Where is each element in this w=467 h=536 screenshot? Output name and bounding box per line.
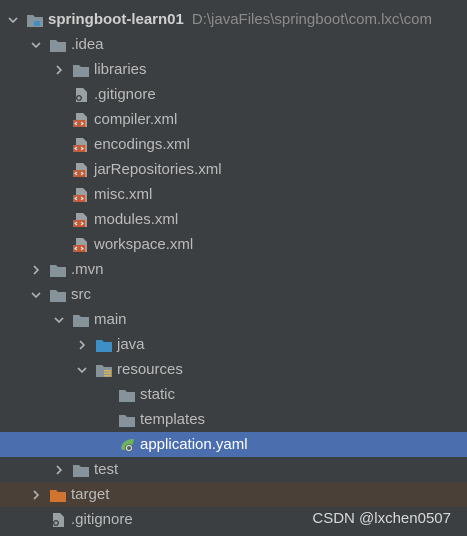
tree-label: main bbox=[94, 311, 127, 328]
tree-row-idea[interactable]: .idea bbox=[0, 32, 467, 57]
gitignore-file-icon bbox=[72, 87, 90, 103]
watermark-text: CSDN @lxchen0507 bbox=[312, 510, 451, 527]
tree-row-idea-gitignore[interactable]: .gitignore bbox=[0, 82, 467, 107]
tree-row-main[interactable]: main bbox=[0, 307, 467, 332]
chevron-down-icon[interactable] bbox=[29, 282, 43, 307]
tree-label: jarRepositories.xml bbox=[94, 161, 222, 178]
tree-row-src[interactable]: src bbox=[0, 282, 467, 307]
tree-label: .gitignore bbox=[94, 86, 156, 103]
tree-row-static[interactable]: static bbox=[0, 382, 467, 407]
project-path: D:\javaFiles\springboot\com.lxc\com bbox=[191, 11, 432, 28]
excluded-folder-icon bbox=[49, 487, 67, 503]
tree-row-java[interactable]: java bbox=[0, 332, 467, 357]
tree-row-modules-xml[interactable]: modules.xml bbox=[0, 207, 467, 232]
tree-label: static bbox=[140, 386, 176, 403]
chevron-right-icon[interactable] bbox=[75, 332, 89, 357]
project-name: springboot-learn01 bbox=[48, 11, 184, 28]
project-tree: springboot-learn01 D:\javaFiles\springbo… bbox=[0, 7, 467, 532]
tree-label: modules.xml bbox=[94, 211, 179, 228]
xml-file-icon bbox=[72, 187, 90, 203]
folder-icon bbox=[72, 462, 90, 478]
tree-label: encodings.xml bbox=[94, 136, 190, 153]
tree-label: target bbox=[71, 486, 110, 503]
tree-label: application.yaml bbox=[140, 436, 248, 453]
gitignore-file-icon bbox=[49, 512, 67, 528]
tree-row-application-yaml[interactable]: application.yaml bbox=[0, 432, 467, 457]
folder-icon bbox=[72, 62, 90, 78]
folder-icon bbox=[118, 387, 136, 403]
tree-row-workspace-xml[interactable]: workspace.xml bbox=[0, 232, 467, 257]
tree-row-compiler-xml[interactable]: compiler.xml bbox=[0, 107, 467, 132]
tree-row-libraries[interactable]: libraries bbox=[0, 57, 467, 82]
tree-label: .mvn bbox=[71, 261, 104, 278]
tree-label: java bbox=[117, 336, 145, 353]
tree-label: templates bbox=[140, 411, 206, 428]
xml-file-icon bbox=[72, 212, 90, 228]
source-folder-icon bbox=[95, 337, 113, 353]
tree-label: resources bbox=[117, 361, 183, 378]
chevron-down-icon[interactable] bbox=[6, 7, 20, 32]
folder-icon bbox=[118, 412, 136, 428]
resources-folder-icon bbox=[95, 362, 113, 378]
folder-icon bbox=[49, 287, 67, 303]
tree-row-jarrepositories-xml[interactable]: jarRepositories.xml bbox=[0, 157, 467, 182]
chevron-right-icon[interactable] bbox=[29, 482, 43, 507]
xml-file-icon bbox=[72, 162, 90, 178]
tree-label: workspace.xml bbox=[94, 236, 194, 253]
chevron-down-icon[interactable] bbox=[52, 307, 66, 332]
folder-icon bbox=[49, 37, 67, 53]
tree-label: src bbox=[71, 286, 91, 303]
tree-label: misc.xml bbox=[94, 186, 153, 203]
tree-row-mvn[interactable]: .mvn bbox=[0, 257, 467, 282]
folder-icon bbox=[49, 262, 67, 278]
xml-file-icon bbox=[72, 137, 90, 153]
tree-label: libraries bbox=[94, 61, 147, 78]
tree-row-target[interactable]: target bbox=[0, 482, 467, 507]
chevron-down-icon[interactable] bbox=[75, 357, 89, 382]
tree-row-encodings-xml[interactable]: encodings.xml bbox=[0, 132, 467, 157]
tree-label: compiler.xml bbox=[94, 111, 178, 128]
tree-label: .idea bbox=[71, 36, 104, 53]
tree-row-templates[interactable]: templates bbox=[0, 407, 467, 432]
spring-config-file-icon bbox=[118, 437, 136, 453]
folder-icon bbox=[72, 312, 90, 328]
chevron-right-icon[interactable] bbox=[52, 57, 66, 82]
xml-file-icon bbox=[72, 112, 90, 128]
chevron-down-icon[interactable] bbox=[29, 32, 43, 57]
tree-label: .gitignore bbox=[71, 511, 133, 528]
xml-file-icon bbox=[72, 237, 90, 253]
chevron-right-icon[interactable] bbox=[52, 457, 66, 482]
tree-row-resources[interactable]: resources bbox=[0, 357, 467, 382]
tree-row-test[interactable]: test bbox=[0, 457, 467, 482]
module-folder-icon bbox=[26, 12, 44, 28]
tree-row-project-root[interactable]: springboot-learn01 D:\javaFiles\springbo… bbox=[0, 7, 467, 32]
tree-row-misc-xml[interactable]: misc.xml bbox=[0, 182, 467, 207]
tree-label: test bbox=[94, 461, 119, 478]
chevron-right-icon[interactable] bbox=[29, 257, 43, 282]
